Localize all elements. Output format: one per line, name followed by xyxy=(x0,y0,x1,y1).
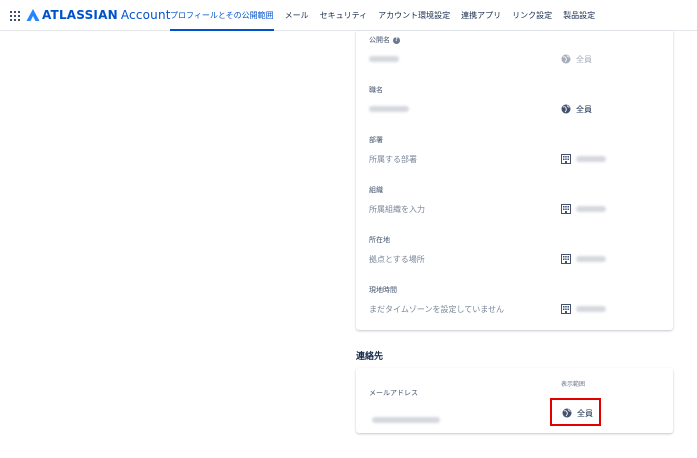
redacted-text xyxy=(369,105,409,112)
globe-icon xyxy=(561,54,571,64)
tab-profile-visibility[interactable]: プロフィールとその公開範囲 xyxy=(170,0,274,31)
nav-tabs: プロフィールとその公開範囲 メール セキュリティ アカウント環境設定 連携アプリ… xyxy=(170,0,606,31)
tab-link-preferences[interactable]: リンク設定 xyxy=(512,0,552,31)
redacted-text xyxy=(576,156,606,162)
redacted-text xyxy=(576,256,606,262)
field-job-title: 職名 全員 xyxy=(356,81,673,131)
field-public-name: 公開名? 全員 xyxy=(356,31,673,81)
field-label: 現地時間 xyxy=(369,286,397,294)
field-local-time: 現地時間 まだタイムゾーンを設定していません xyxy=(356,281,673,331)
highlight-box xyxy=(550,398,601,426)
field-label: 組織 xyxy=(369,186,383,194)
field-label-text: 公開名 xyxy=(369,36,390,44)
contact-section-title: 連絡先 xyxy=(356,352,384,362)
tab-connected-apps[interactable]: 連携アプリ xyxy=(461,0,501,31)
brand-name: ATLASSIAN xyxy=(42,8,118,22)
profile-fields-card: 公開名? 全員 職名 全員 部署 所属する部署 組織 所属組織を入力 所在地 拠 xyxy=(356,31,673,330)
field-location: 所在地 拠点とする場所 xyxy=(356,231,673,281)
globe-icon xyxy=(561,104,571,114)
visibility-selector-department[interactable] xyxy=(561,153,606,165)
contact-card: 表示範囲 メールアドレス 全員 xyxy=(356,368,673,433)
visibility-selector-location[interactable] xyxy=(561,253,606,265)
department-input[interactable]: 所属する部署 xyxy=(369,154,417,165)
visibility-selector-local-time[interactable] xyxy=(561,303,606,315)
field-label: 所在地 xyxy=(369,236,390,244)
email-value xyxy=(372,409,440,428)
atlassian-logo-icon[interactable] xyxy=(26,9,40,22)
top-navigation-bar: ATLASSIAN Account プロフィールとその公開範囲 メール セキュリテ… xyxy=(0,0,697,31)
visibility-label: 全員 xyxy=(576,104,592,114)
visibility-selector-job-title[interactable]: 全員 xyxy=(561,103,592,115)
tab-security[interactable]: セキュリティ xyxy=(320,0,368,31)
visibility-selector-organization[interactable] xyxy=(561,203,606,215)
help-icon[interactable]: ? xyxy=(393,36,400,44)
redacted-text xyxy=(576,206,606,212)
redacted-text xyxy=(372,416,440,423)
visibility-label: 全員 xyxy=(576,54,592,64)
building-icon xyxy=(561,154,571,164)
building-icon xyxy=(561,254,571,264)
email-label: メールアドレス xyxy=(369,389,418,397)
app-switcher-icon[interactable] xyxy=(10,11,20,21)
organization-input[interactable]: 所属組織を入力 xyxy=(369,204,425,215)
visibility-column-header: 表示範囲 xyxy=(561,381,586,388)
tab-account-preferences[interactable]: アカウント環境設定 xyxy=(378,0,450,31)
field-department: 部署 所属する部署 xyxy=(356,131,673,181)
field-label: 職名 xyxy=(369,86,383,94)
field-organization: 組織 所属組織を入力 xyxy=(356,181,673,231)
location-input[interactable]: 拠点とする場所 xyxy=(369,254,425,265)
timezone-input[interactable]: まだタイムゾーンを設定していません xyxy=(369,304,504,315)
job-title-value[interactable] xyxy=(369,104,409,113)
tab-email[interactable]: メール xyxy=(285,0,309,31)
field-label: 公開名? xyxy=(369,35,400,45)
tab-product-settings[interactable]: 製品設定 xyxy=(563,0,595,31)
brand-product: Account xyxy=(120,8,171,22)
brand-logo[interactable]: ATLASSIAN Account xyxy=(42,8,171,22)
redacted-text xyxy=(369,55,399,62)
building-icon xyxy=(561,204,571,214)
field-label: 部署 xyxy=(369,136,383,144)
redacted-text xyxy=(576,306,606,312)
public-name-value[interactable] xyxy=(369,54,399,63)
building-icon xyxy=(561,304,571,314)
visibility-selector-public-name[interactable]: 全員 xyxy=(561,53,592,65)
